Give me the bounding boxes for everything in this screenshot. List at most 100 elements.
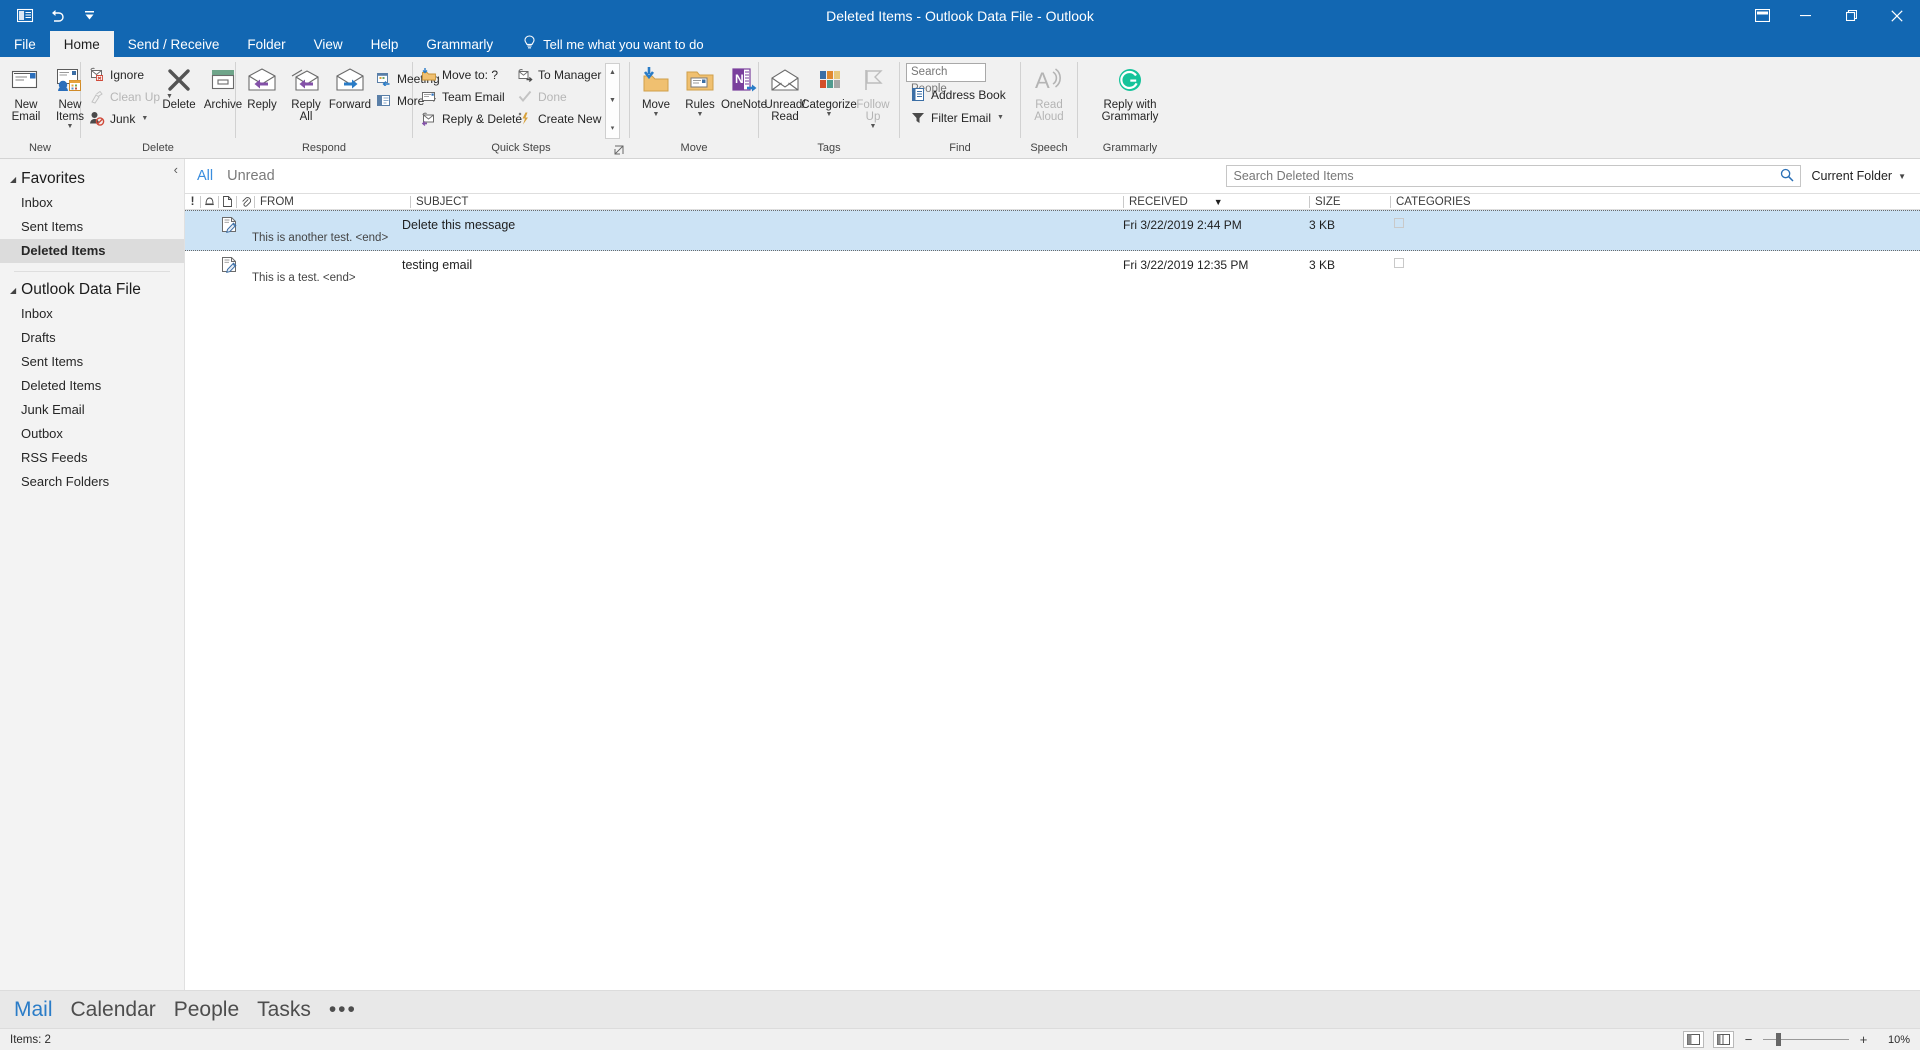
- unread-read-button[interactable]: Unread/ Read: [763, 61, 807, 123]
- chevron-down-icon: ▼: [141, 115, 149, 122]
- forward-button[interactable]: Forward: [328, 61, 372, 111]
- scroll-down-icon[interactable]: ▼: [609, 93, 616, 109]
- reply-all-button[interactable]: Reply All: [284, 61, 328, 123]
- follow-up-button[interactable]: Follow Up ▼: [851, 61, 895, 130]
- zoom-level-label[interactable]: 10%: [1878, 1034, 1910, 1046]
- reply-button[interactable]: Reply: [240, 61, 284, 111]
- column-header-from[interactable]: FROM: [255, 193, 410, 210]
- nav-item-calendar[interactable]: Calendar: [71, 998, 156, 1022]
- column-header-importance[interactable]: !: [185, 193, 200, 210]
- quick-step-reply-delete[interactable]: Reply & Delete: [417, 108, 522, 129]
- undo-icon[interactable]: [42, 3, 72, 29]
- table-row[interactable]: testing email This is a test. <end> Fri …: [185, 251, 1920, 292]
- new-email-icon: [10, 64, 42, 96]
- favorites-header[interactable]: ◢ Favorites: [0, 167, 184, 191]
- quick-step-to-manager[interactable]: To Manager: [513, 64, 601, 85]
- categorize-button[interactable]: Categorize ▼: [801, 61, 857, 118]
- sidebar-item-favorites-inbox[interactable]: Inbox: [0, 191, 184, 215]
- folder-pane: ‹ ◢ Favorites Inbox Sent Items Deleted I…: [0, 159, 185, 990]
- scroll-up-icon[interactable]: ▲: [609, 65, 616, 81]
- tab-folder[interactable]: Folder: [233, 31, 299, 57]
- reply-with-grammarly-button[interactable]: Reply with Grammarly: [1097, 61, 1164, 123]
- junk-button[interactable]: Junk ▼: [85, 108, 157, 129]
- column-header-categories[interactable]: CATEGORIES: [1391, 193, 1541, 210]
- minimize-button[interactable]: [1782, 0, 1828, 31]
- quick-step-move-to[interactable]: Move to: ?: [417, 64, 513, 85]
- sidebar-item-junk-email[interactable]: Junk Email: [0, 398, 184, 422]
- ribbon-group-tags: Unread/ Read Categorize ▼ Follow Up ▼ Ta…: [759, 57, 899, 158]
- customize-quick-access-icon[interactable]: [74, 3, 104, 29]
- message-subject: Delete this message: [402, 218, 516, 232]
- chevron-down-icon: ▼: [652, 111, 660, 118]
- zoom-in-button[interactable]: +: [1858, 1032, 1869, 1047]
- chevron-down-icon: ▼: [1898, 171, 1906, 181]
- rules-button[interactable]: Rules ▼: [678, 61, 722, 118]
- close-button[interactable]: [1874, 0, 1920, 31]
- sidebar-item-sent-items[interactable]: Sent Items: [0, 350, 184, 374]
- tab-file[interactable]: File: [0, 31, 50, 57]
- quick-steps-dialog-launcher[interactable]: [613, 144, 625, 157]
- tab-help[interactable]: Help: [357, 31, 413, 57]
- outlook-logo-icon[interactable]: [10, 3, 40, 29]
- search-scope-dropdown[interactable]: Current Folder ▼: [1809, 169, 1908, 183]
- message-category-flag[interactable]: [1394, 218, 1404, 228]
- column-header-size[interactable]: SIZE: [1310, 193, 1390, 210]
- address-book-button[interactable]: Address Book: [906, 84, 1012, 105]
- filter-all[interactable]: All: [197, 168, 213, 184]
- reading-view-button[interactable]: [1713, 1031, 1734, 1048]
- column-header-reminder[interactable]: [201, 193, 218, 210]
- outlook-data-file-header[interactable]: ◢ Outlook Data File: [0, 278, 184, 302]
- quick-step-create-new[interactable]: Create New: [513, 108, 601, 129]
- sidebar-item-deleted-items[interactable]: Deleted Items: [0, 374, 184, 398]
- nav-item-mail[interactable]: Mail: [14, 998, 53, 1022]
- filter-unread[interactable]: Unread: [227, 168, 275, 184]
- zoom-slider-thumb[interactable]: [1776, 1033, 1781, 1046]
- normal-view-button[interactable]: [1683, 1031, 1704, 1048]
- quick-step-done[interactable]: Done: [513, 86, 601, 107]
- tab-view[interactable]: View: [300, 31, 357, 57]
- column-header-has-attachment-doc[interactable]: [219, 193, 236, 210]
- quick-steps-expand-icon[interactable]: ▾: [611, 121, 615, 137]
- ribbon-display-options-button[interactable]: [1742, 0, 1782, 31]
- sidebar-item-inbox[interactable]: Inbox: [0, 302, 184, 326]
- search-input[interactable]: Search Deleted Items: [1226, 165, 1802, 187]
- sidebar-item-outbox[interactable]: Outbox: [0, 422, 184, 446]
- quick-steps-scrollbar[interactable]: ▲ ▼ ▾: [605, 63, 620, 139]
- sidebar-item-favorites-sent-items[interactable]: Sent Items: [0, 215, 184, 239]
- draft-message-icon: [221, 216, 238, 238]
- restore-button[interactable]: [1828, 0, 1874, 31]
- tell-me-search[interactable]: Tell me what you want to do: [507, 31, 715, 57]
- sidebar-item-search-folders[interactable]: Search Folders: [0, 470, 184, 494]
- status-bar: Items: 2 − + 10%: [0, 1028, 1920, 1050]
- read-aloud-button[interactable]: A Read Aloud: [1027, 61, 1071, 123]
- tab-send-receive[interactable]: Send / Receive: [114, 31, 234, 57]
- nav-item-people[interactable]: People: [174, 998, 239, 1022]
- zoom-out-button[interactable]: −: [1743, 1032, 1754, 1047]
- search-people-input[interactable]: Search People: [906, 63, 986, 95]
- collapse-pane-icon[interactable]: ‹: [174, 163, 178, 176]
- column-header-subject[interactable]: SUBJECT: [411, 193, 1123, 210]
- message-category-flag[interactable]: [1394, 258, 1404, 268]
- nav-overflow-icon[interactable]: •••: [329, 998, 357, 1022]
- ignore-button[interactable]: Ignore: [85, 64, 157, 85]
- ribbon-group-delete: Ignore Clean Up ▼ Junk ▼ Delete Archive …: [81, 57, 242, 158]
- nav-item-tasks[interactable]: Tasks: [257, 998, 311, 1022]
- sidebar-item-drafts[interactable]: Drafts: [0, 326, 184, 350]
- table-row[interactable]: Delete this message This is another test…: [185, 210, 1920, 251]
- column-header-attachment-clip[interactable]: [237, 193, 254, 210]
- filter-email-button[interactable]: Filter Email ▼: [906, 107, 1010, 128]
- zoom-slider[interactable]: [1763, 1033, 1849, 1046]
- sidebar-item-favorites-deleted-items[interactable]: Deleted Items: [0, 239, 184, 263]
- tab-grammarly[interactable]: Grammarly: [412, 31, 507, 57]
- move-button[interactable]: Move ▼: [634, 61, 678, 118]
- search-icon[interactable]: [1780, 168, 1795, 185]
- delete-button[interactable]: Delete: [157, 61, 201, 111]
- new-email-button[interactable]: New Email: [4, 61, 48, 123]
- sidebar-item-rss-feeds[interactable]: RSS Feeds: [0, 446, 184, 470]
- column-header-received[interactable]: RECEIVED ▼: [1124, 193, 1309, 210]
- clean-up-button[interactable]: Clean Up ▼: [85, 86, 173, 107]
- message-list-header: ! FROM SUBJECT RECEIVED ▼ SIZE CATEGORIE…: [185, 193, 1920, 210]
- quick-step-team-email[interactable]: Team Email: [417, 86, 513, 107]
- tab-home[interactable]: Home: [49, 31, 114, 57]
- ignore-icon: [88, 66, 105, 83]
